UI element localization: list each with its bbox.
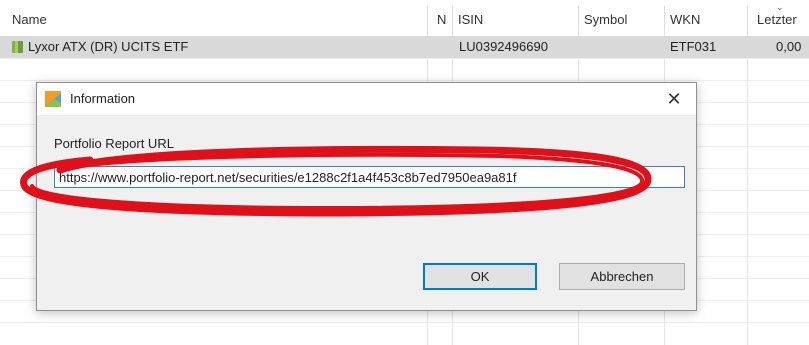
column-separator[interactable] xyxy=(747,6,748,30)
column-separator[interactable] xyxy=(452,6,453,30)
dialog-title: Information xyxy=(70,91,136,106)
url-field-label: Portfolio Report URL xyxy=(54,136,174,151)
column-separator[interactable] xyxy=(664,6,665,30)
cell-letzter: 0,00 xyxy=(776,39,802,54)
sort-indicator-icon: ⌄ xyxy=(776,2,784,12)
column-separator[interactable] xyxy=(427,6,428,30)
ok-button[interactable]: OK xyxy=(423,263,537,290)
cell-wkn: ETF031 xyxy=(670,39,717,54)
cell-name: Lyxor ATX (DR) UCITS ETF xyxy=(28,39,189,54)
column-header-name[interactable]: Name xyxy=(12,12,47,27)
grid-line xyxy=(0,80,809,81)
information-dialog: Information ✕ Portfolio Report URL OK Ab… xyxy=(36,82,697,311)
close-button[interactable]: ✕ xyxy=(662,87,686,111)
grid-line xyxy=(0,322,809,323)
column-header-wkn[interactable]: WKN xyxy=(670,12,700,27)
portfolio-report-url-input[interactable] xyxy=(54,166,685,188)
cancel-button[interactable]: Abbrechen xyxy=(559,263,685,290)
app-window: Name N ISIN Symbol WKN Letzter ⌄ Lyxor A… xyxy=(0,0,809,345)
column-header-symbol[interactable]: Symbol xyxy=(584,12,627,27)
close-icon: ✕ xyxy=(666,89,682,109)
dialog-titlebar[interactable]: Information ✕ xyxy=(37,83,696,115)
column-header-n[interactable]: N xyxy=(437,12,446,27)
column-separator[interactable] xyxy=(578,6,579,30)
column-header-isin[interactable]: ISIN xyxy=(458,12,483,27)
app-chart-icon xyxy=(45,91,61,107)
security-icon xyxy=(12,41,23,53)
grid-line xyxy=(747,30,748,345)
column-header-letzter[interactable]: Letzter xyxy=(757,12,797,27)
cell-isin: LU0392496690 xyxy=(459,39,548,54)
grid-line xyxy=(0,58,809,59)
